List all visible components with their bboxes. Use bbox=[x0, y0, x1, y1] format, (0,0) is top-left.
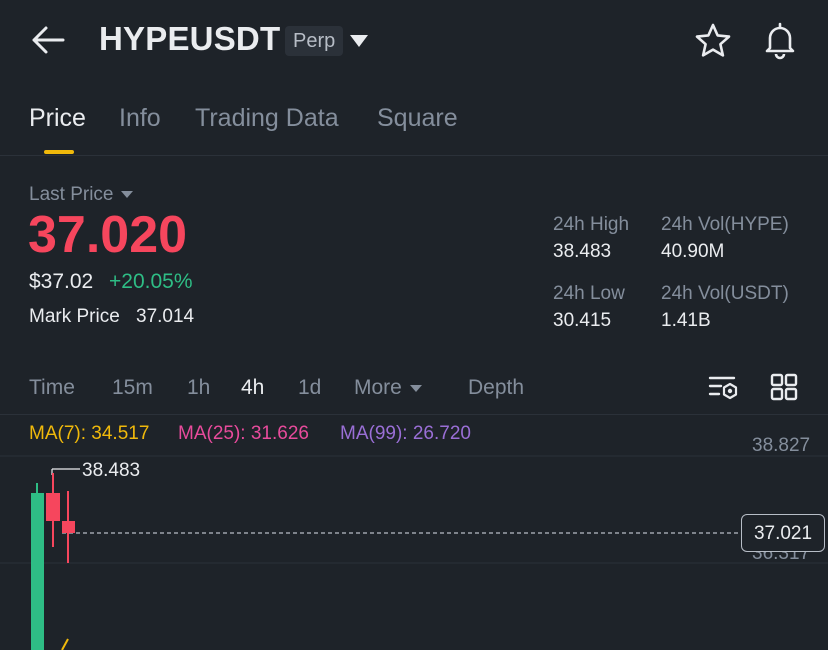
interval-divider bbox=[0, 414, 828, 415]
stat-24h-high-label: 24h High bbox=[553, 214, 630, 235]
candle-up bbox=[31, 493, 44, 650]
interval-4h[interactable]: 4h bbox=[241, 376, 264, 400]
alert-bell-icon[interactable] bbox=[760, 20, 800, 60]
tabs-divider bbox=[0, 155, 828, 156]
interval-time[interactable]: Time bbox=[29, 376, 75, 400]
stat-24h-high-value: 38.483 bbox=[553, 241, 612, 262]
price-change-percent: +20.05% bbox=[109, 270, 193, 293]
high-price-marker: 38.483 bbox=[82, 460, 141, 481]
interval-more[interactable]: More bbox=[354, 376, 422, 400]
tab-trading-data[interactable]: Trading Data bbox=[195, 104, 339, 133]
tab-info[interactable]: Info bbox=[119, 104, 161, 133]
mark-price-value: 37.014 bbox=[136, 306, 195, 327]
indicator-settings-icon[interactable] bbox=[708, 372, 740, 402]
stat-24h-vol-usdt-label: 24h Vol(USDT) bbox=[661, 283, 789, 304]
interval-1d[interactable]: 1d bbox=[298, 376, 321, 400]
stat-24h-low-value: 30.415 bbox=[553, 310, 612, 331]
price-axis-label-top: 38.827 bbox=[752, 435, 811, 456]
current-price-tag[interactable]: 37.021 bbox=[741, 514, 825, 552]
mark-price-label: Mark Price bbox=[29, 306, 120, 327]
interval-15m[interactable]: 15m bbox=[112, 376, 153, 400]
pair-dropdown-icon[interactable] bbox=[349, 34, 369, 48]
last-price-selector[interactable]: Last Price bbox=[29, 184, 134, 206]
ma7-legend: MA(7): 34.517 bbox=[29, 423, 150, 444]
stat-24h-vol-hype-value: 40.90M bbox=[661, 241, 725, 262]
favorite-star-icon[interactable] bbox=[694, 22, 732, 60]
stat-24h-vol-usdt-value: 1.41B bbox=[661, 310, 711, 331]
last-price-value: 37.020 bbox=[28, 206, 188, 264]
tab-square[interactable]: Square bbox=[377, 104, 458, 133]
caret-down-icon bbox=[409, 384, 422, 392]
interval-more-label: More bbox=[354, 376, 402, 399]
chart-layout-grid-icon[interactable] bbox=[770, 373, 798, 401]
candle-down bbox=[62, 521, 75, 533]
back-arrow-icon[interactable] bbox=[30, 24, 66, 56]
stat-24h-low-label: 24h Low bbox=[553, 283, 625, 304]
ma25-legend: MA(25): 31.626 bbox=[178, 423, 309, 444]
stat-24h-vol-hype-label: 24h Vol(HYPE) bbox=[661, 214, 789, 235]
candle-down bbox=[46, 493, 60, 521]
last-price-label: Last Price bbox=[29, 184, 114, 205]
caret-down-icon bbox=[121, 191, 134, 199]
tab-price[interactable]: Price bbox=[29, 104, 86, 133]
ma99-legend: MA(99): 26.720 bbox=[340, 423, 471, 444]
candlestick-chart[interactable] bbox=[0, 455, 828, 650]
pair-title[interactable]: HYPEUSDT bbox=[99, 20, 280, 58]
ma7-line bbox=[61, 638, 69, 650]
depth-tab[interactable]: Depth bbox=[468, 376, 524, 400]
usd-price: $37.02 bbox=[29, 270, 94, 293]
tab-active-indicator bbox=[44, 150, 74, 154]
interval-1h[interactable]: 1h bbox=[187, 376, 210, 400]
perp-badge: Perp bbox=[285, 26, 344, 56]
